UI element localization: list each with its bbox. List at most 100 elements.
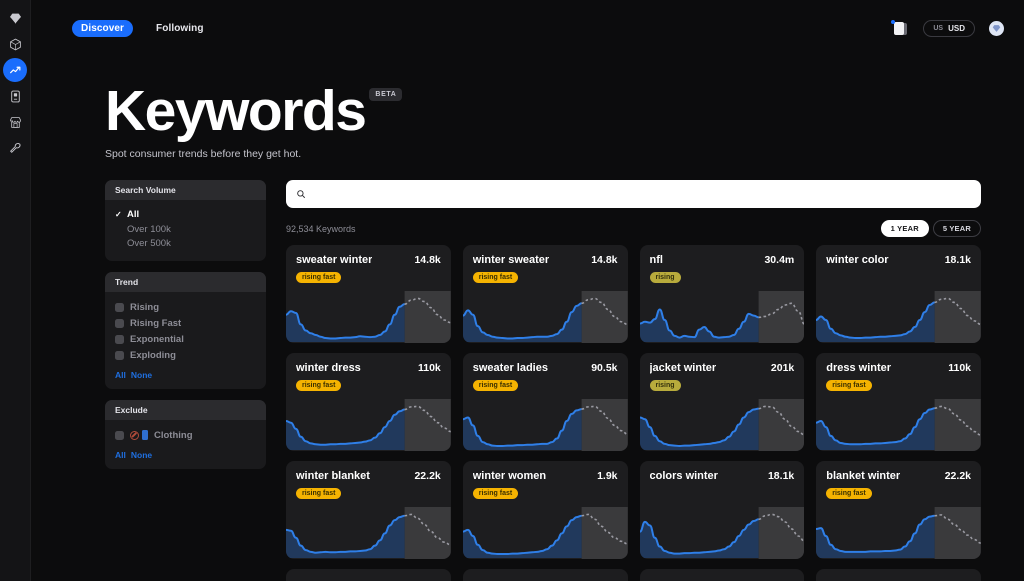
search-volume-option-label: All <box>127 209 140 220</box>
keyword-card[interactable]: winter dress 110k rising fast <box>286 353 451 451</box>
sparkline-chart <box>816 291 981 343</box>
keyword-card-header: winter women 1.9k rising fast <box>463 461 628 500</box>
keyword-name: dress winter <box>826 362 892 374</box>
trend-select-none[interactable]: None <box>131 370 152 380</box>
trend-badge: rising fast <box>826 488 872 499</box>
exclude-select-none[interactable]: None <box>131 450 152 460</box>
exclude-checkbox[interactable] <box>115 430 124 440</box>
keyword-card-header: nfl 30.4m rising <box>640 245 805 284</box>
keyword-card[interactable]: jacket winter 201k rising <box>639 353 805 451</box>
trend-checkbox[interactable] <box>115 334 124 344</box>
sidebar-item-device[interactable] <box>3 84 27 108</box>
avatar[interactable] <box>989 20 1004 36</box>
trend-checkbox[interactable] <box>115 318 124 328</box>
trend-checkbox[interactable] <box>115 350 124 360</box>
notifications-icon[interactable] <box>891 20 909 36</box>
filter-group-trend: Trend Rising Rising Fast Exponential Explod… <box>105 271 266 389</box>
sparkline-chart <box>462 399 628 451</box>
currency-code: USD <box>948 23 965 33</box>
forecast-region <box>758 507 805 559</box>
clothing-icon <box>142 430 148 440</box>
trend-option-rising[interactable]: Rising <box>115 300 256 315</box>
keyword-volume: 201k <box>770 362 795 374</box>
keyword-volume: 14.8k <box>591 254 618 266</box>
keyword-card-header <box>463 569 628 578</box>
sidebar-item-box[interactable] <box>3 32 27 56</box>
keyword-card[interactable] <box>639 569 805 581</box>
history-area <box>462 515 582 558</box>
exclude-option-clothing[interactable]: Clothing <box>115 428 256 443</box>
keyword-sparkline <box>639 291 805 343</box>
view-tabs: Discover Following <box>72 19 213 37</box>
sparkline-chart <box>286 291 451 343</box>
exclude-select-all[interactable]: All <box>115 450 126 460</box>
trend-checkbox[interactable] <box>115 302 124 312</box>
keyword-name: sweater winter <box>296 254 373 266</box>
sidebar-item-trending-up[interactable] <box>3 58 27 82</box>
filter-group-exclude: Exclude Clothing All None <box>105 399 266 469</box>
keyword-volume: 1.9k <box>597 470 618 482</box>
main-area: Discover Following US USD Keywords BETA … <box>31 0 1024 581</box>
keyword-volume: 18.1k <box>767 470 795 482</box>
exclude-label: Clothing <box>154 429 193 441</box>
keyword-card[interactable]: winter women 1.9k rising fast <box>462 461 628 559</box>
keyword-sparkline <box>286 399 451 451</box>
keyword-card[interactable]: dress winter 110k rising fast <box>816 353 981 451</box>
keyword-name: sweater ladies <box>472 362 548 374</box>
sidebar-item-store[interactable] <box>3 110 27 134</box>
trend-option-exponential[interactable]: Exponential <box>115 332 256 347</box>
forecast-region <box>404 399 451 451</box>
keyword-card[interactable] <box>462 569 628 581</box>
trend-select-all[interactable]: All <box>115 370 126 380</box>
history-area <box>462 303 582 342</box>
check-icon: ✓ <box>115 210 122 219</box>
keyword-card[interactable] <box>286 569 451 581</box>
trend-option-label: Rising Fast <box>130 317 182 329</box>
keyword-sparkline <box>286 291 451 343</box>
keyword-card-header <box>286 569 451 578</box>
filters-panel: Search Volume ✓ All Over 100k Over 500k Tre… <box>105 180 266 581</box>
keyword-name: winter dress <box>296 362 361 374</box>
keyword-card[interactable]: sweater winter 14.8k rising fast <box>286 245 451 343</box>
tab-discover[interactable]: Discover <box>72 19 134 37</box>
search-input[interactable] <box>312 188 971 200</box>
trend-badge: rising fast <box>296 488 342 499</box>
keyword-card[interactable]: winter blanket 22.2k rising fast <box>286 461 451 559</box>
trend-option-exploding[interactable]: Exploding <box>115 348 256 363</box>
keyword-card[interactable]: nfl 30.4m rising <box>639 245 805 343</box>
keyword-card[interactable]: winter color 18.1k <box>816 245 981 343</box>
app-root: Discover Following US USD Keywords BETA … <box>0 0 1024 581</box>
tab-following[interactable]: Following <box>147 20 213 37</box>
range-1-year[interactable]: 1 YEAR <box>880 220 929 237</box>
trend-option-label: Exponential <box>130 333 184 345</box>
sidebar-item-gem[interactable] <box>3 6 27 30</box>
keyword-volume: 22.2k <box>944 470 971 482</box>
trend-badge: rising fast <box>296 380 342 391</box>
exclude-category-icons <box>130 430 148 440</box>
sidebar-item-wrench[interactable] <box>3 136 27 160</box>
keyword-card[interactable]: sweater ladies 90.5k rising fast <box>462 353 628 451</box>
search-volume-option-2[interactable]: Over 500k <box>115 237 256 252</box>
trend-option-rising-fast[interactable]: Rising Fast <box>115 316 256 331</box>
search-volume-option-1[interactable]: Over 100k <box>115 223 256 238</box>
keyword-card[interactable]: blanket winter 22.2k rising fast <box>816 461 981 559</box>
keyword-card[interactable] <box>816 569 981 581</box>
currency-selector[interactable]: US USD <box>923 19 975 37</box>
keyword-card-grid: sweater winter 14.8k rising fast winter swe… <box>286 245 981 581</box>
keyword-name: winter blanket <box>296 470 370 482</box>
keyword-card[interactable]: winter sweater 14.8k rising fast <box>462 245 628 343</box>
keyword-volume: 14.8k <box>414 254 441 266</box>
keyword-card[interactable]: colors winter 18.1k <box>639 461 805 559</box>
search-volume-option-0[interactable]: ✓ All <box>115 208 256 223</box>
exclude-all-none: All None <box>115 450 256 460</box>
results-toolbar: 92,534 Keywords 1 YEAR 5 YEAR <box>286 220 981 237</box>
range-5-year[interactable]: 5 YEAR <box>932 220 981 237</box>
search-bar[interactable] <box>286 180 981 208</box>
trend-checkbox-list: Rising Rising Fast Exponential Exploding <box>115 300 256 363</box>
keyword-volume: 110k <box>417 362 441 374</box>
keyword-volume: 110k <box>948 362 971 374</box>
search-volume-option-label: Over 500k <box>127 238 171 249</box>
keyword-card-header: winter blanket 22.2k rising fast <box>286 461 451 500</box>
trend-badge: rising fast <box>296 272 342 283</box>
box-icon <box>9 38 21 50</box>
